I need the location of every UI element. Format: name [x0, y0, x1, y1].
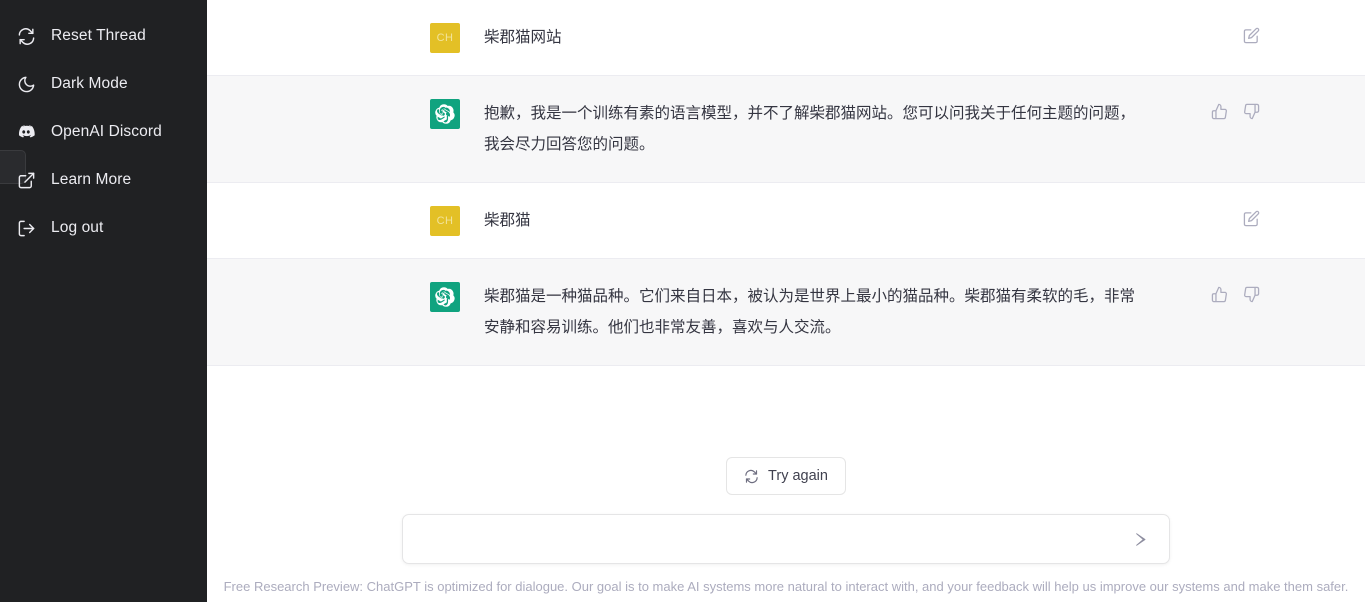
avatar: CH [430, 206, 460, 236]
sidebar-item-openai-discord[interactable]: OpenAI Discord [0, 108, 207, 156]
avatar [430, 282, 460, 312]
avatar: CH [430, 23, 460, 53]
sidebar-item-learn-more[interactable]: Learn More [0, 156, 207, 204]
message-row-assistant: 柴郡猫是一种猫品种。它们来自日本，被认为是世界上最小的猫品种。柴郡猫有柔软的毛，… [207, 259, 1365, 366]
sidebar-item-label: Learn More [51, 171, 132, 188]
message-actions [1206, 98, 1264, 124]
message-text: 柴郡猫 [484, 212, 531, 229]
sidebar-item-label: Log out [51, 219, 104, 236]
sidebar-item-label: Dark Mode [51, 75, 128, 92]
main-content: CH 柴郡猫网站 抱歉，我是一个训练有素的语言模型，并不了解柴郡猫网站。您可以问… [207, 0, 1365, 602]
discord-icon [16, 122, 36, 142]
message-row-user: CH 柴郡猫网站 [207, 0, 1365, 76]
thumbs-up-icon[interactable] [1206, 98, 1232, 124]
thumbs-down-icon[interactable] [1238, 98, 1264, 124]
message-actions [1238, 22, 1264, 48]
sidebar: Reset Thread Dark Mode OpenAI Discord Le… [0, 0, 207, 602]
try-again-label: Try again [768, 468, 828, 484]
thumbs-up-icon[interactable] [1206, 281, 1232, 307]
refresh-icon [744, 469, 759, 484]
thumbs-down-icon[interactable] [1238, 281, 1264, 307]
footer-disclaimer: Free Research Preview: ChatGPT is optimi… [223, 579, 1349, 594]
send-arrow-icon[interactable] [1127, 526, 1153, 552]
sidebar-item-reset-thread[interactable]: Reset Thread [0, 12, 207, 60]
edit-icon[interactable] [1238, 205, 1264, 231]
try-again-button[interactable]: Try again [726, 457, 846, 495]
message-input-container[interactable] [402, 514, 1170, 564]
message-text: 抱歉，我是一个训练有素的语言模型，并不了解柴郡猫网站。您可以问我关于任何主题的问… [484, 105, 1136, 153]
external-link-icon [16, 170, 36, 190]
message-actions [1206, 281, 1264, 307]
message-text: 柴郡猫是一种猫品种。它们来自日本，被认为是世界上最小的猫品种。柴郡猫有柔软的毛，… [484, 288, 1136, 336]
avatar [430, 99, 460, 129]
message-input[interactable] [419, 515, 1127, 563]
reset-thread-icon [16, 26, 36, 46]
sidebar-item-dark-mode[interactable]: Dark Mode [0, 60, 207, 108]
sidebar-item-label: OpenAI Discord [51, 123, 162, 140]
message-text: 柴郡猫网站 [484, 29, 562, 46]
message-actions [1238, 205, 1264, 231]
sidebar-item-label: Reset Thread [51, 27, 146, 44]
message-row-assistant: 抱歉，我是一个训练有素的语言模型，并不了解柴郡猫网站。您可以问我关于任何主题的问… [207, 76, 1365, 183]
sidebar-item-log-out[interactable]: Log out [0, 204, 207, 252]
edit-icon[interactable] [1238, 22, 1264, 48]
chatgpt-app: Reset Thread Dark Mode OpenAI Discord Le… [0, 0, 1365, 602]
composer-area: Try again Free Research Preview: ChatGPT… [207, 457, 1365, 602]
moon-icon [16, 74, 36, 94]
message-row-user: CH 柴郡猫 [207, 183, 1365, 259]
logout-icon [16, 218, 36, 238]
conversation-thread: CH 柴郡猫网站 抱歉，我是一个训练有素的语言模型，并不了解柴郡猫网站。您可以问… [207, 0, 1365, 366]
